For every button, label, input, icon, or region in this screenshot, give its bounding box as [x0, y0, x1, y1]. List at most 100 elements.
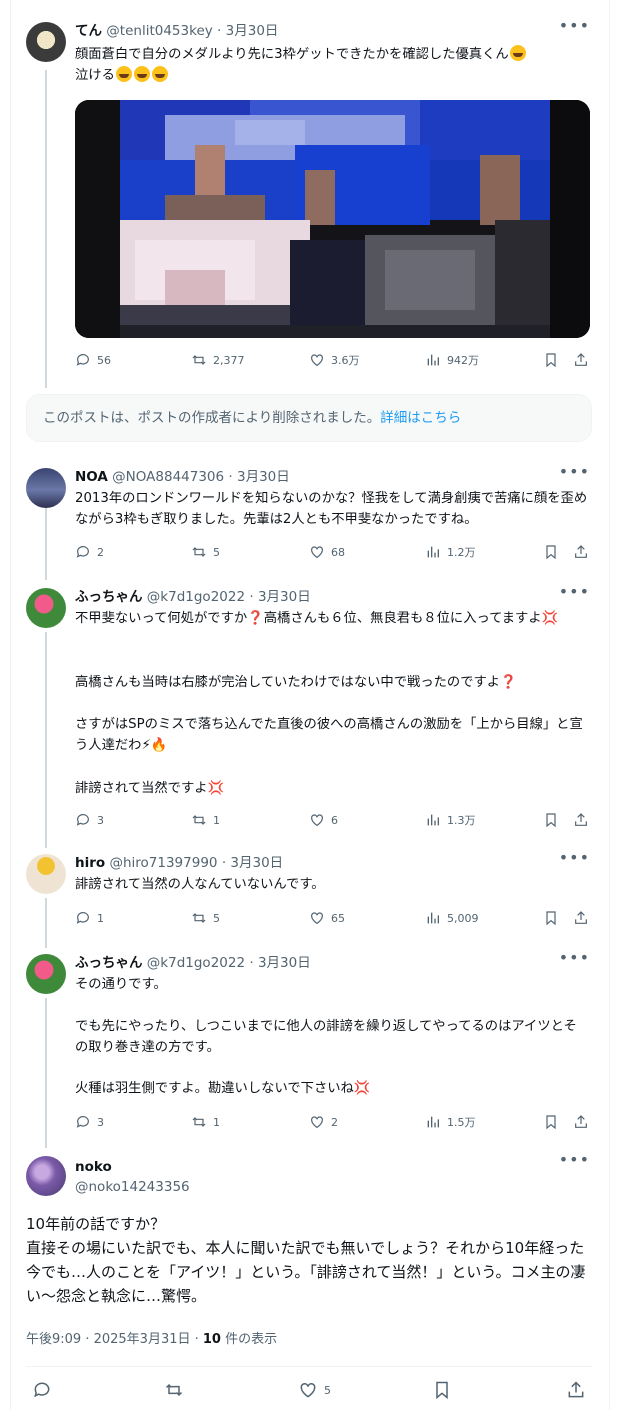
repost-icon: [192, 1117, 206, 1127]
post-date[interactable]: 3月30日: [258, 955, 311, 971]
views-button[interactable]: 5,009: [425, 910, 479, 926]
display-name[interactable]: てん: [75, 23, 102, 39]
learn-more-link[interactable]: 詳細はこちら: [380, 410, 461, 426]
bookmark-button[interactable]: [543, 910, 559, 926]
reply-icon: [76, 1116, 89, 1128]
avatar[interactable]: [26, 1156, 66, 1196]
repost-button[interactable]: [164, 1380, 184, 1400]
display-name[interactable]: hiro: [75, 855, 105, 871]
more-icon[interactable]: •••: [559, 462, 590, 481]
like-button[interactable]: 6: [309, 812, 338, 828]
bookmark-button[interactable]: [543, 352, 559, 368]
crying-face-icon: [115, 66, 132, 82]
reply-button[interactable]: 2: [75, 544, 104, 560]
display-name[interactable]: NOA: [75, 469, 108, 485]
share-button[interactable]: [573, 910, 589, 926]
repost-button[interactable]: 5: [191, 544, 220, 560]
views-icon: [427, 1116, 439, 1128]
deleted-post-notice: このポストは、ポストの作成者により削除されました。詳細はこちら: [26, 394, 592, 442]
repost-button[interactable]: 1: [191, 812, 220, 828]
post-actions: 3 1 6 1.3万: [75, 812, 595, 832]
bookmark-icon: [546, 353, 556, 368]
reply-button[interactable]: 3: [75, 1114, 104, 1130]
more-icon[interactable]: •••: [559, 948, 590, 967]
thread-line: [45, 70, 47, 388]
handle[interactable]: @k7d1go2022: [147, 589, 245, 605]
more-icon[interactable]: •••: [559, 1150, 590, 1169]
more-icon[interactable]: •••: [559, 16, 590, 35]
reply-icon: [76, 354, 89, 366]
reply-button[interactable]: 3: [75, 812, 104, 828]
post-actions: 3 1 2 1.5万: [75, 1114, 595, 1134]
bookmark-button[interactable]: [432, 1380, 452, 1400]
like-button[interactable]: 65: [309, 910, 345, 926]
avatar[interactable]: [26, 854, 66, 894]
post-timestamp: 午後9:09 · 2025年3月31日 · 10 件の表示: [26, 1332, 278, 1347]
bookmark-button[interactable]: [543, 812, 559, 828]
reply-button[interactable]: 56: [75, 352, 111, 368]
share-icon: [575, 813, 587, 826]
handle[interactable]: @tenlit0453key: [106, 23, 212, 39]
display-name[interactable]: noko: [75, 1158, 112, 1176]
crying-face-icon: [133, 66, 150, 82]
share-icon: [575, 1115, 587, 1128]
post-date[interactable]: 3月30日: [230, 855, 283, 871]
views-button[interactable]: 1.5万: [425, 1114, 476, 1130]
avatar[interactable]: [26, 468, 66, 508]
views-icon: [427, 814, 439, 826]
handle[interactable]: @hiro71397990: [109, 855, 217, 871]
avatar[interactable]: [26, 22, 66, 62]
repost-button[interactable]: 5: [191, 910, 220, 926]
like-button[interactable]: 3.6万: [309, 352, 360, 368]
repost-button[interactable]: 1: [191, 1114, 220, 1130]
like-icon: [300, 1382, 316, 1398]
reply-icon: [76, 546, 89, 558]
share-button[interactable]: [573, 352, 589, 368]
post-date[interactable]: 3月30日: [237, 469, 290, 485]
display-name[interactable]: ふっちゃん: [75, 589, 143, 605]
post-actions: 2 5 68 1.2万: [75, 544, 595, 564]
like-icon: [311, 912, 323, 925]
views-button[interactable]: 1.3万: [425, 812, 476, 828]
reply-button[interactable]: [32, 1380, 52, 1400]
divider: [26, 1366, 592, 1367]
views-button[interactable]: 1.2万: [425, 544, 476, 560]
avatar[interactable]: [26, 588, 66, 628]
post-date[interactable]: 3月30日: [226, 23, 279, 39]
post-header: ふっちゃん @k7d1go2022 · 3月30日: [75, 955, 311, 971]
like-button[interactable]: 68: [309, 544, 345, 560]
bookmark-icon: [546, 813, 556, 828]
focused-post-text: 10年前の話ですか？ 直接その場にいた訳でも、本人に聞いた訳でも無いでしょう？そ…: [26, 1215, 586, 1305]
more-icon[interactable]: •••: [559, 848, 590, 867]
repost-icon: [192, 355, 206, 365]
bookmark-button[interactable]: [543, 544, 559, 560]
bookmark-icon: [546, 911, 556, 926]
share-button[interactable]: [566, 1380, 586, 1400]
handle[interactable]: @k7d1go2022: [147, 955, 245, 971]
repost-button[interactable]: 2,377: [191, 352, 245, 368]
handle[interactable]: @noko14243356: [75, 1178, 190, 1196]
thread-line: [45, 898, 47, 948]
share-button[interactable]: [573, 812, 589, 828]
bookmark-button[interactable]: [543, 1114, 559, 1130]
views-button[interactable]: 942万: [425, 352, 479, 368]
reply-icon: [76, 814, 89, 826]
post-header: hiro @hiro71397990 · 3月30日: [75, 855, 284, 871]
like-icon: [311, 546, 323, 559]
repost-icon: [165, 1383, 183, 1397]
bookmark-icon: [546, 545, 556, 560]
avatar[interactable]: [26, 954, 66, 994]
thread-line: [45, 632, 47, 848]
share-button[interactable]: [573, 1114, 589, 1130]
post-date[interactable]: 3月30日: [258, 589, 311, 605]
display-name[interactable]: ふっちゃん: [75, 955, 143, 971]
share-button[interactable]: [573, 544, 589, 560]
more-icon[interactable]: •••: [559, 582, 590, 601]
reply-button[interactable]: 1: [75, 910, 104, 926]
post-text-line: 高橋さんも当時は右膝が完治していたわけではない中で戦ったのですよ❓: [75, 675, 517, 690]
like-button[interactable]: 5: [298, 1380, 331, 1400]
handle[interactable]: @NOA88447306: [112, 469, 224, 485]
like-button[interactable]: 2: [309, 1114, 338, 1130]
post-media-pixelated[interactable]: [75, 100, 590, 338]
post-text-line: 不甲斐ないって何処がですか❓高橋さんも６位、無良君も８位に入ってますよ💢: [75, 611, 559, 626]
